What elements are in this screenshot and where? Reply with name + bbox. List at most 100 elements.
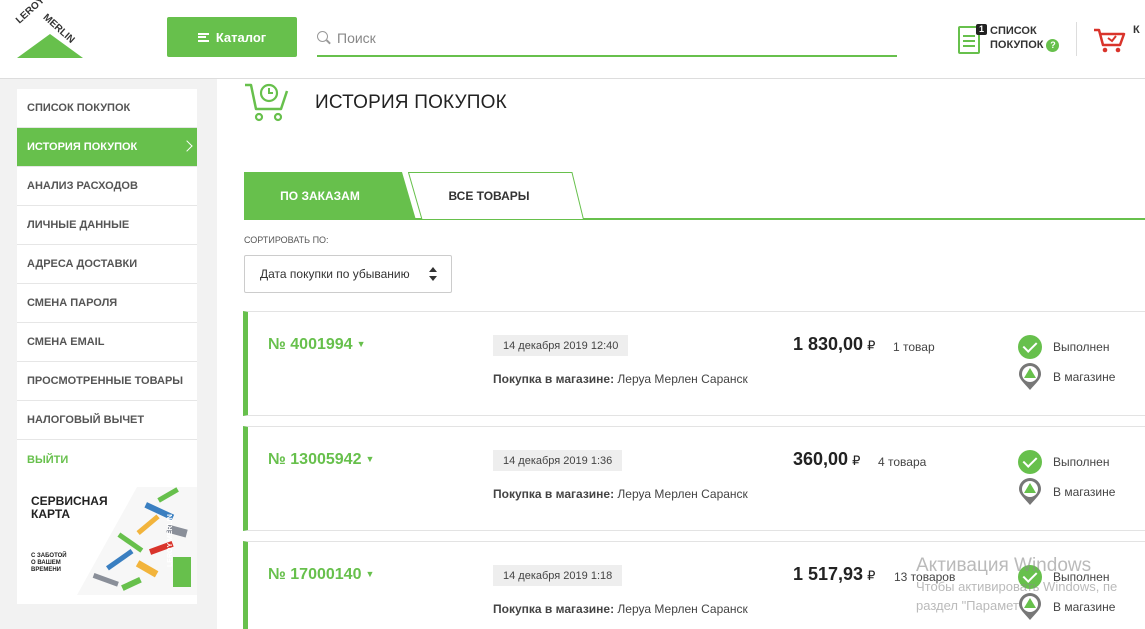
check-circle-icon bbox=[1018, 565, 1042, 589]
order-price: 1 517,93 ₽ bbox=[793, 564, 875, 585]
order-status: Выполнен В магазине bbox=[1018, 562, 1115, 622]
order-price: 1 830,00 ₽ bbox=[793, 334, 875, 355]
tab-all-products[interactable]: Все товары bbox=[408, 172, 584, 220]
sort-select[interactable]: Дата покупки по убыванию bbox=[244, 255, 452, 293]
order-number[interactable]: № 4001994 ▼ bbox=[268, 336, 366, 354]
sidebar-item-purchase-history[interactable]: История покупок bbox=[17, 128, 197, 167]
caret-down-icon: ▼ bbox=[356, 339, 366, 349]
order-place: Покупка в магазине: Леруа Мерлен Саранск bbox=[493, 602, 748, 616]
order-place-value: Леруа Мерлен Саранск bbox=[617, 602, 748, 616]
catalog-button[interactable]: Каталог bbox=[167, 17, 297, 57]
shopping-list-count-badge: 1 bbox=[976, 24, 987, 35]
service-card-title-line1: СЕРВИСНАЯ bbox=[31, 494, 108, 508]
service-card-slogan-line2: О ВАШЕМ bbox=[31, 560, 61, 566]
store-pin-icon bbox=[1019, 478, 1041, 505]
shopping-list-link[interactable]: 1 СПИСОК ПОКУПОК? bbox=[958, 24, 1068, 56]
cart-label[interactable]: К bbox=[1133, 24, 1140, 36]
order-price: 360,00 ₽ bbox=[793, 449, 860, 470]
order-place: Покупка в магазине: Леруа Мерлен Саранск bbox=[493, 487, 748, 501]
logout-link[interactable]: Выйти bbox=[17, 440, 197, 479]
service-card-slogan-line1: С ЗАБОТОЙ bbox=[31, 553, 67, 559]
order-price-value: 1 517,93 bbox=[793, 564, 864, 584]
order-qty: 13 товаров bbox=[894, 570, 956, 584]
sidebar-item-change-password[interactable]: Смена пароля bbox=[17, 284, 197, 323]
status-row: Выполнен bbox=[1018, 562, 1115, 592]
catalog-label: Каталог bbox=[215, 29, 267, 45]
order-date: 14 декабря 2019 1:36 bbox=[493, 450, 623, 471]
sort-label: Сортировать по: bbox=[244, 235, 329, 245]
search-bar bbox=[317, 20, 897, 57]
order-place-label: Покупка в магазине: bbox=[493, 487, 615, 501]
order-place-label: Покупка в магазине: bbox=[493, 372, 615, 386]
order-status: Выполнен В магазине bbox=[1018, 447, 1115, 507]
status-text: Выполнен bbox=[1053, 570, 1110, 584]
leroy-merlin-logo[interactable]: LEROY MERLIN bbox=[14, 0, 86, 60]
order-number-text: № 17000140 bbox=[268, 566, 362, 583]
order-date: 14 декабря 2019 12:40 bbox=[493, 335, 629, 356]
order-price-value: 360,00 bbox=[793, 449, 849, 469]
shopping-list-label: СПИСОК ПОКУПОК? bbox=[990, 24, 1060, 52]
service-card-logo-text: LEROY MERLIN bbox=[167, 514, 174, 567]
order-card: № 13005942 ▼ 14 декабря 2019 1:36 Покупка… bbox=[243, 426, 1145, 531]
currency-symbol: ₽ bbox=[852, 453, 861, 468]
service-card-banner[interactable]: СЕРВИСНАЯ КАРТА С ЗАБОТОЙ О ВАШЕМ ВРЕМЕН… bbox=[17, 487, 197, 595]
order-card: № 4001994 ▼ 14 декабря 2019 12:40 Покупка… bbox=[243, 311, 1145, 416]
header-divider bbox=[1076, 22, 1077, 56]
caret-down-icon: ▼ bbox=[365, 454, 375, 464]
sidebar-item-shopping-list[interactable]: Список покупок bbox=[17, 89, 197, 128]
order-number-text: № 4001994 bbox=[268, 336, 353, 353]
header: LEROY MERLIN Каталог 1 СПИСОК ПОКУПОК? К bbox=[0, 0, 1145, 79]
account-sidebar: Список покупок История покупок Анализ ра… bbox=[17, 89, 197, 604]
search-input[interactable] bbox=[337, 29, 877, 46]
order-place: Покупка в магазине: Леруа Мерлен Саранск bbox=[493, 372, 748, 386]
order-status: Выполнен В магазине bbox=[1018, 332, 1115, 392]
main-content: ИСТОРИЯ ПОКУПОК По заказам Все товары Со… bbox=[217, 79, 1145, 629]
order-card: № 17000140 ▼ 14 декабря 2019 1:18 Покупка… bbox=[243, 541, 1145, 629]
order-view-tabs: По заказам Все товары bbox=[244, 172, 1145, 220]
service-card-title: СЕРВИСНАЯ КАРТА bbox=[31, 495, 108, 521]
sort-select-value: Дата покупки по убыванию bbox=[260, 267, 410, 281]
tab-by-orders-label: По заказам bbox=[280, 189, 360, 203]
order-place-value: Леруа Мерлен Саранск bbox=[617, 487, 748, 501]
purchase-history-cart-icon bbox=[245, 83, 289, 122]
search-icon[interactable] bbox=[317, 30, 331, 45]
delivery-row: В магазине bbox=[1018, 362, 1115, 392]
tab-by-orders[interactable]: По заказам bbox=[244, 172, 416, 220]
currency-symbol: ₽ bbox=[867, 338, 876, 353]
help-icon[interactable]: ? bbox=[1046, 39, 1060, 52]
delivery-row: В магазине bbox=[1018, 592, 1115, 622]
check-circle-icon bbox=[1018, 450, 1042, 474]
tab-all-products-label: Все товары bbox=[448, 189, 530, 203]
status-row: Выполнен bbox=[1018, 447, 1115, 477]
updown-arrows-icon bbox=[429, 267, 437, 283]
sidebar-item-personal-data[interactable]: Личные данные bbox=[17, 206, 197, 245]
check-circle-icon bbox=[1018, 335, 1042, 359]
order-place-value: Леруа Мерлен Саранск bbox=[617, 372, 748, 386]
cart-icon[interactable] bbox=[1093, 26, 1127, 54]
sidebar-item-delivery-addresses[interactable]: Адреса доставки bbox=[17, 245, 197, 284]
sidebar-item-expense-analysis[interactable]: Анализ расходов bbox=[17, 167, 197, 206]
delivery-text: В магазине bbox=[1053, 370, 1116, 384]
status-row: Выполнен bbox=[1018, 332, 1115, 362]
shopping-list-label-line2: ПОКУПОК bbox=[990, 39, 1044, 51]
order-number[interactable]: № 13005942 ▼ bbox=[268, 451, 374, 469]
status-text: Выполнен bbox=[1053, 455, 1110, 469]
shopping-list-label-line1: СПИСОК bbox=[990, 25, 1037, 37]
menu-icon bbox=[197, 32, 209, 42]
service-card-slogan-line3: ВРЕМЕНИ bbox=[31, 567, 61, 573]
sidebar-item-tax-deduction[interactable]: Налоговый вычет bbox=[17, 401, 197, 440]
sidebar-item-change-email[interactable]: Смена email bbox=[17, 323, 197, 362]
delivery-row: В магазине bbox=[1018, 477, 1115, 507]
order-number-text: № 13005942 bbox=[268, 451, 362, 468]
store-pin-icon bbox=[1019, 363, 1041, 390]
order-qty: 1 товар bbox=[893, 340, 935, 354]
sidebar-item-viewed-products[interactable]: Просмотренные товары bbox=[17, 362, 197, 401]
order-date: 14 декабря 2019 1:18 bbox=[493, 565, 623, 586]
currency-symbol: ₽ bbox=[867, 568, 876, 583]
order-place-label: Покупка в магазине: bbox=[493, 602, 615, 616]
store-pin-icon bbox=[1019, 593, 1041, 620]
caret-down-icon: ▼ bbox=[365, 569, 375, 579]
delivery-text: В магазине bbox=[1053, 485, 1116, 499]
order-number[interactable]: № 17000140 ▼ bbox=[268, 566, 374, 584]
delivery-text: В магазине bbox=[1053, 600, 1116, 614]
